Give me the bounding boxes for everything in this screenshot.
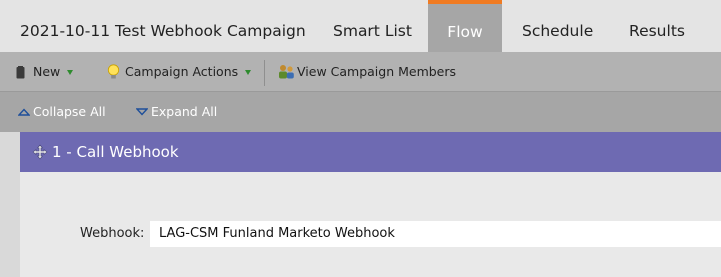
expand-all-button[interactable]: Expand All — [136, 92, 217, 132]
flow-step-title: 1 - Call Webhook — [52, 143, 179, 161]
view-campaign-members-label: View Campaign Members — [297, 64, 457, 79]
new-label: New — [33, 64, 61, 79]
webhook-field[interactable]: LAG-CSM Funland Marketo Webhook — [150, 221, 721, 247]
toolbar-divider — [264, 60, 265, 86]
collapse-all-label: Collapse All — [33, 104, 106, 119]
chevron-down-icon — [67, 69, 74, 75]
tab-campaign-name[interactable]: 2021-10-11 Test Webhook Campaign — [20, 0, 306, 52]
expand-all-label: Expand All — [151, 104, 218, 119]
tab-smart-list[interactable]: Smart List — [333, 0, 412, 52]
collapse-icon — [18, 108, 30, 116]
tab-schedule[interactable]: Schedule — [522, 0, 593, 52]
collapse-all-button[interactable]: Collapse All — [18, 92, 106, 132]
campaign-actions-button[interactable]: Campaign Actions — [107, 52, 252, 92]
tab-results[interactable]: Results — [629, 0, 685, 52]
campaign-actions-label: Campaign Actions — [125, 64, 239, 79]
tab-bar: 2021-10-11 Test Webhook Campaign Smart L… — [0, 0, 721, 52]
tab-flow[interactable]: Flow — [428, 0, 502, 52]
members-icon — [279, 65, 294, 79]
new-button[interactable]: New — [16, 52, 74, 92]
move-handle-icon[interactable] — [32, 144, 48, 160]
expand-icon — [136, 108, 148, 116]
flow-subbar: Collapse All Expand All — [0, 92, 721, 132]
chevron-down-icon — [245, 69, 252, 75]
new-icon — [16, 65, 25, 78]
lightbulb-icon — [107, 64, 120, 79]
toolbar: New Campaign Actions View Campaign Membe… — [0, 52, 721, 92]
view-campaign-members-button[interactable]: View Campaign Members — [278, 52, 456, 92]
webhook-label: Webhook: — [80, 226, 145, 241]
flow-step-header[interactable]: 1 - Call Webhook — [20, 132, 721, 172]
